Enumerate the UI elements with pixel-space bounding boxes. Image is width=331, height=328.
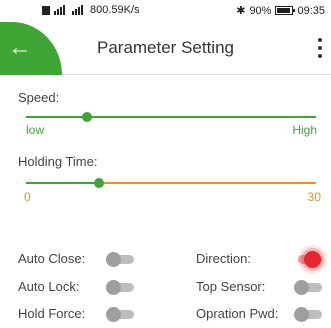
holding-time-label: Holding Time:	[18, 154, 98, 169]
signal-icon-2	[72, 5, 86, 15]
direction-toggle[interactable]	[294, 251, 324, 268]
speed-min-label: low	[26, 123, 45, 137]
signal-icon	[54, 5, 68, 15]
network-speed: 800.59K/s	[90, 4, 140, 16]
page-title: Parameter Setting	[96, 38, 234, 57]
battery-percent: 90%	[249, 4, 272, 17]
top-sensor-toggle[interactable]	[294, 280, 324, 295]
bluetooth-icon: ✱	[236, 5, 246, 17]
auto-close-label: Auto Close:	[18, 251, 86, 266]
notification-icon	[42, 5, 50, 15]
clock: 09:35	[297, 4, 325, 17]
holding-time-min-label: 0	[24, 190, 31, 204]
app-bar: ← Parameter Setting	[0, 22, 331, 75]
status-left: 800.59K/s	[42, 4, 140, 16]
top-sensor-label: Top Sensor:	[196, 279, 266, 294]
operation-pwd-toggle[interactable]	[294, 307, 324, 322]
hold-force-toggle[interactable]	[106, 307, 136, 322]
hold-force-label: Hold Force:	[18, 306, 86, 321]
holding-time-max-label: 30	[307, 190, 321, 204]
direction-label: Direction:	[196, 251, 251, 266]
battery-icon	[275, 6, 296, 15]
speed-slider-thumb[interactable]	[81, 112, 92, 122]
status-bar: 800.59K/s ✱ 90% 09:35	[0, 0, 331, 22]
speed-max-label: High	[292, 123, 317, 137]
speed-slider-track[interactable]	[26, 116, 316, 118]
more-menu-icon[interactable]	[313, 36, 327, 60]
speed-label: Speed:	[18, 90, 60, 105]
auto-lock-label: Auto Lock:	[18, 279, 80, 294]
holding-time-slider-fill	[26, 182, 99, 184]
status-right: ✱ 90% 09:35	[236, 4, 325, 18]
auto-lock-toggle[interactable]	[106, 280, 136, 295]
auto-close-toggle[interactable]	[106, 252, 136, 267]
holding-time-slider-thumb[interactable]	[93, 178, 104, 188]
operation-pwd-label: Opration Pwd:	[196, 306, 279, 321]
